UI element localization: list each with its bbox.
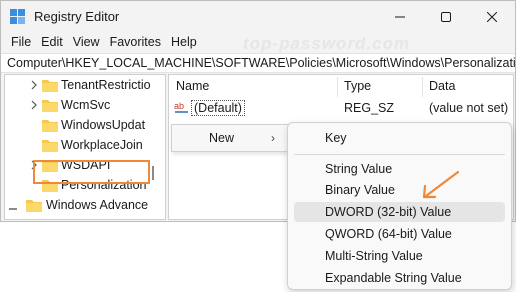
submenu-item-label: QWORD (64-bit) Value xyxy=(325,227,452,241)
tree-item-label: Windows Advance xyxy=(46,198,149,212)
submenu-item-label: String Value xyxy=(325,162,393,176)
column-header-type[interactable]: Type xyxy=(344,79,371,93)
registry-value-row[interactable]: ab (Default) REG_SZ (value not set) xyxy=(169,98,513,118)
tree-item[interactable]: WindowsUpdat xyxy=(5,115,165,135)
submenu-item-string-value[interactable]: String Value xyxy=(294,159,505,179)
context-menu: New › xyxy=(171,124,289,152)
minimize-button[interactable] xyxy=(377,1,423,32)
submenu-item-label: DWORD (32-bit) Value xyxy=(325,205,452,219)
title-bar[interactable]: Registry Editor xyxy=(1,1,515,32)
folder-icon xyxy=(42,140,58,152)
chevron-right-icon: › xyxy=(271,131,275,145)
tree-pane[interactable]: TenantRestrictio WcmSvc WindowsUpdat Wor… xyxy=(4,74,166,220)
minimize-icon xyxy=(395,16,405,17)
menu-separator xyxy=(294,154,505,155)
tree-item[interactable]: TenantRestrictio xyxy=(5,75,165,95)
folder-icon xyxy=(42,80,58,92)
context-menu-new-label: New xyxy=(209,131,235,145)
tree-item[interactable]: WorkplaceJoin xyxy=(5,135,165,155)
menu-bar: File Edit View Favorites Help xyxy=(1,32,515,52)
tree-item[interactable]: Windows Advance xyxy=(5,195,165,215)
context-menu-item-new[interactable]: New › xyxy=(172,125,288,151)
folder-icon xyxy=(26,200,42,212)
submenu-item-label: Binary Value xyxy=(325,183,395,197)
value-type: REG_SZ xyxy=(344,101,395,115)
tree-item-label: TenantRestrictio xyxy=(61,78,151,92)
maximize-icon xyxy=(441,11,451,22)
tree-item-label: WorkplaceJoin xyxy=(61,138,143,152)
submenu-item-qword-value[interactable]: QWORD (64-bit) Value xyxy=(294,224,505,244)
folder-icon xyxy=(42,120,58,132)
maximize-button[interactable] xyxy=(423,1,469,32)
value-data: (value not set) xyxy=(429,101,509,115)
submenu-item-key[interactable]: Key xyxy=(294,128,505,148)
menu-file[interactable]: File xyxy=(6,35,36,49)
close-button[interactable] xyxy=(469,1,515,32)
tree-item-label: WindowsUpdat xyxy=(61,118,146,132)
selection-highlight-box xyxy=(33,160,150,184)
close-icon xyxy=(487,11,497,22)
tree-scrollbar-horizontal[interactable] xyxy=(9,208,17,210)
submenu-item-expandable-string-value[interactable]: Expandable String Value xyxy=(294,268,505,288)
menu-help[interactable]: Help xyxy=(166,35,202,49)
submenu-item-binary-value[interactable]: Binary Value xyxy=(294,180,505,200)
registry-editor-icon xyxy=(10,9,25,24)
string-value-icon: ab xyxy=(174,100,189,115)
menu-view[interactable]: View xyxy=(68,35,105,49)
folder-icon xyxy=(42,100,58,112)
submenu-item-label: Multi-String Value xyxy=(325,249,423,263)
new-submenu: Key String Value Binary Value DWORD (32-… xyxy=(287,122,512,290)
svg-text:ab: ab xyxy=(174,101,184,111)
chevron-right-icon[interactable] xyxy=(29,80,39,90)
column-divider[interactable] xyxy=(422,77,423,97)
menu-favorites[interactable]: Favorites xyxy=(105,35,166,49)
menu-edit[interactable]: Edit xyxy=(36,35,68,49)
address-bar[interactable]: Computer\HKEY_LOCAL_MACHINE\SOFTWARE\Pol… xyxy=(1,53,515,73)
column-divider[interactable] xyxy=(337,77,338,97)
value-name: (Default) xyxy=(191,100,245,116)
window-title: Registry Editor xyxy=(34,9,120,24)
column-header-data[interactable]: Data xyxy=(429,79,455,93)
submenu-item-multi-string-value[interactable]: Multi-String Value xyxy=(294,246,505,266)
tree-scrollbar-vertical[interactable] xyxy=(152,166,154,180)
tree-item[interactable]: WcmSvc xyxy=(5,95,165,115)
annotation-arrow-icon xyxy=(422,170,460,199)
tree-item-label: WcmSvc xyxy=(61,98,111,112)
chevron-right-icon[interactable] xyxy=(29,100,39,110)
submenu-item-label: Key xyxy=(325,131,347,145)
column-header-name[interactable]: Name xyxy=(176,79,209,93)
submenu-item-dword-value[interactable]: DWORD (32-bit) Value xyxy=(294,202,505,222)
submenu-item-label: Expandable String Value xyxy=(325,271,462,285)
